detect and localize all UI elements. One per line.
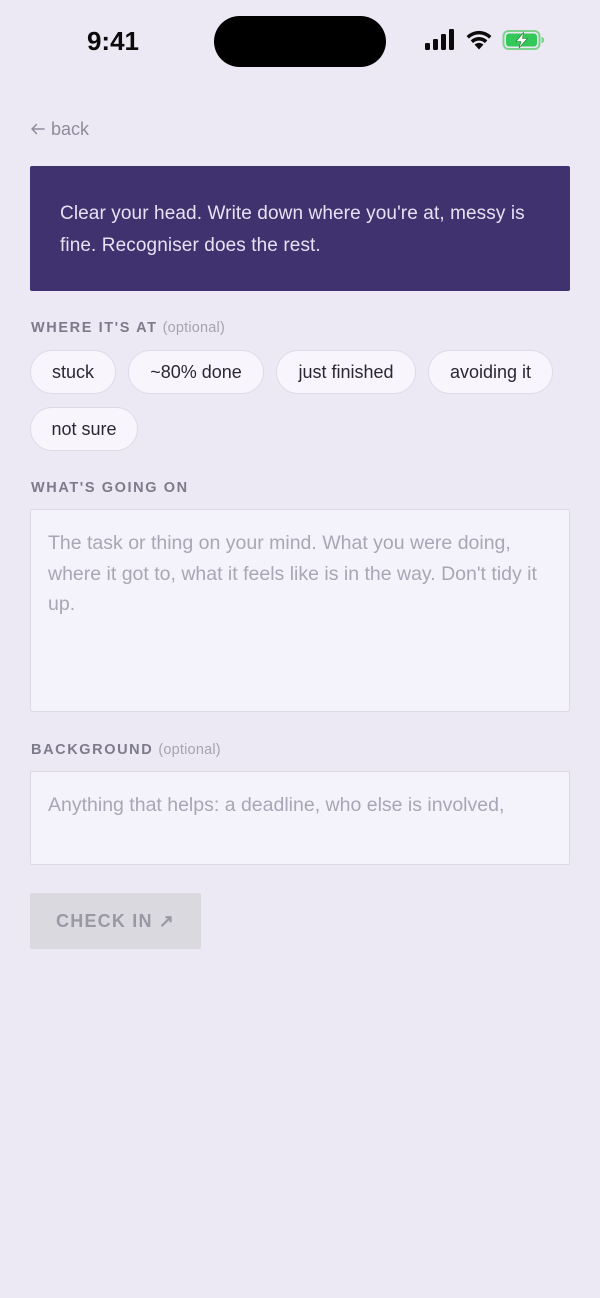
status-label: WHERE IT'S AT bbox=[31, 320, 158, 336]
check-in-button[interactable]: CHECK IN ↗ bbox=[30, 893, 201, 949]
wifi-icon bbox=[466, 30, 492, 50]
back-link[interactable]: back bbox=[30, 117, 89, 141]
status-time: 9:41 bbox=[86, 26, 140, 56]
status-bar: 9:41 bbox=[0, 0, 600, 84]
chip-not-sure[interactable]: not sure bbox=[30, 407, 138, 451]
background-optional-hint: (optional) bbox=[158, 742, 221, 758]
whats-going-on-input[interactable] bbox=[30, 509, 570, 712]
intro-banner: Clear your head. Write down where you're… bbox=[30, 166, 570, 291]
background-label: BACKGROUND bbox=[31, 742, 154, 758]
chip-just-finished[interactable]: just finished bbox=[276, 350, 416, 394]
back-label: back bbox=[51, 118, 90, 139]
going-on-section-label: WHAT'S GOING ON bbox=[31, 480, 189, 496]
going-on-label: WHAT'S GOING ON bbox=[31, 480, 189, 496]
back-arrow-icon bbox=[31, 123, 45, 135]
intro-text: Clear your head. Write down where you're… bbox=[60, 203, 525, 256]
check-in-screen: 9:41 back Clear your head. Write down wh… bbox=[0, 0, 600, 1298]
background-input[interactable] bbox=[30, 771, 570, 865]
status-section-label: WHERE IT'S AT (optional) bbox=[31, 320, 225, 336]
arrow-up-right-icon: ↗ bbox=[158, 910, 175, 931]
status-optional-hint: (optional) bbox=[162, 320, 226, 336]
signal-icon bbox=[425, 29, 454, 50]
dynamic-island bbox=[214, 16, 386, 67]
chip-stuck[interactable]: stuck bbox=[30, 350, 116, 394]
check-in-label: CHECK IN bbox=[56, 910, 153, 931]
battery-charging-icon bbox=[502, 30, 544, 50]
chip-80-percent-done[interactable]: ~80% done bbox=[128, 350, 264, 394]
chip-avoiding-it[interactable]: avoiding it bbox=[428, 350, 553, 394]
background-section-label: BACKGROUND (optional) bbox=[31, 742, 221, 758]
